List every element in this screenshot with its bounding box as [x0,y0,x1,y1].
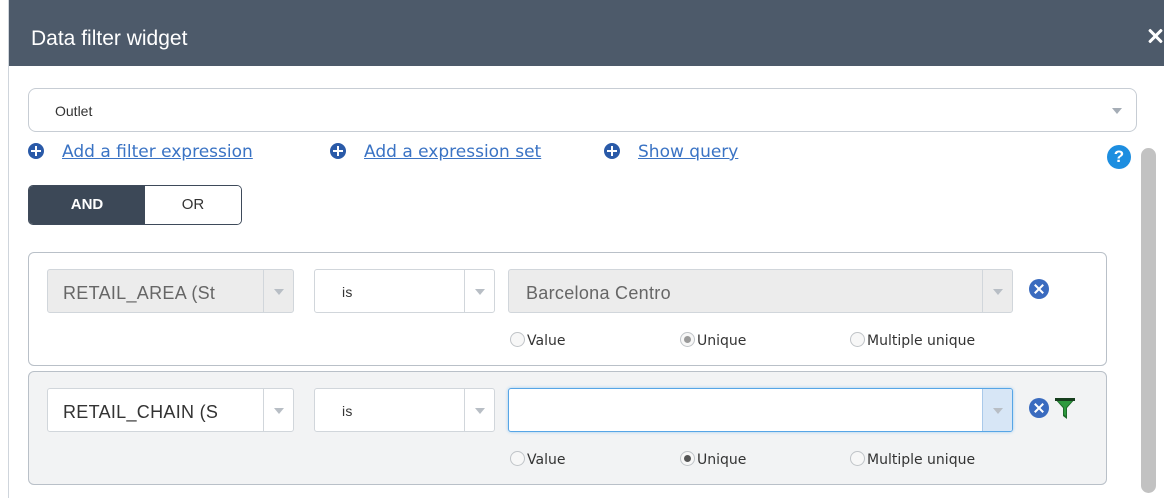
add-filter-expression-label[interactable]: Add a filter expression [62,142,253,162]
radio-icon[interactable] [510,451,525,466]
chevron-down-icon [475,289,485,295]
filter-expression-row: RETAIL_CHAIN (S is Value Unique Multiple… [28,371,1107,485]
operator-select-value: is [342,403,353,419]
value-select[interactable]: Barcelona Centro [508,269,1013,313]
radio-icon[interactable] [850,332,865,347]
title-bar: Data filter widget [9,0,1164,66]
value-select-toggle[interactable] [982,389,1012,431]
chevron-down-icon [274,408,284,414]
window-title: Data filter widget [31,27,188,50]
scrollbar[interactable] [1140,143,1160,498]
layer-select-value: Outlet [55,103,93,119]
value-select-toggle[interactable] [982,270,1012,312]
remove-expression-icon[interactable] [1029,279,1049,299]
operator-select[interactable]: is [314,269,495,313]
field-select[interactable]: RETAIL_AREA (St [47,269,294,313]
and-toggle-button[interactable]: AND [29,186,145,224]
chevron-down-icon [274,289,284,295]
chevron-down-icon [993,289,1003,295]
logic-toggle: AND OR [28,185,242,225]
value-select-value: Barcelona Centro [526,283,671,303]
filter-icon[interactable] [1053,396,1077,422]
layer-select[interactable]: Outlet [28,88,1137,132]
chevron-down-icon [475,408,485,414]
data-filter-widget-window: Data filter widget Outlet Add a filter e… [8,0,1164,498]
remove-expression-icon[interactable] [1029,398,1049,418]
operator-select[interactable]: is [314,388,495,432]
operator-select-value: is [342,284,353,300]
field-select-toggle[interactable] [263,389,293,431]
show-query-label[interactable]: Show query [638,142,738,162]
plus-circle-icon [330,143,346,159]
radio-unique-label: Unique [697,452,747,468]
radio-icon[interactable] [510,332,525,347]
field-select-toggle[interactable] [263,270,293,312]
help-icon[interactable]: ? [1107,145,1131,169]
operator-select-toggle[interactable] [464,389,494,431]
close-icon[interactable] [1147,28,1163,44]
filter-expression-row: RETAIL_AREA (St is Barcelona Centro Valu… [28,252,1107,366]
radio-icon[interactable] [680,451,695,466]
value-select[interactable] [508,388,1013,432]
chevron-down-icon [993,408,1003,414]
radio-value-label: Value [527,333,566,349]
radio-multiple-unique-label: Multiple unique [867,333,976,349]
scrollbar-thumb[interactable] [1141,148,1156,493]
radio-unique-label: Unique [697,333,747,349]
or-toggle-button[interactable]: OR [145,186,241,224]
operator-select-toggle[interactable] [464,270,494,312]
plus-circle-icon [28,143,44,159]
radio-multiple-unique-label: Multiple unique [867,452,976,468]
radio-value-label: Value [527,452,566,468]
radio-icon[interactable] [850,451,865,466]
add-expression-set-label[interactable]: Add a expression set [364,142,541,162]
radio-icon[interactable] [680,332,695,347]
plus-circle-icon [604,143,620,159]
field-select-value: RETAIL_CHAIN (S [63,402,219,422]
field-select-value: RETAIL_AREA (St [63,283,216,303]
field-select[interactable]: RETAIL_CHAIN (S [47,388,294,432]
chevron-down-icon [1112,108,1122,114]
